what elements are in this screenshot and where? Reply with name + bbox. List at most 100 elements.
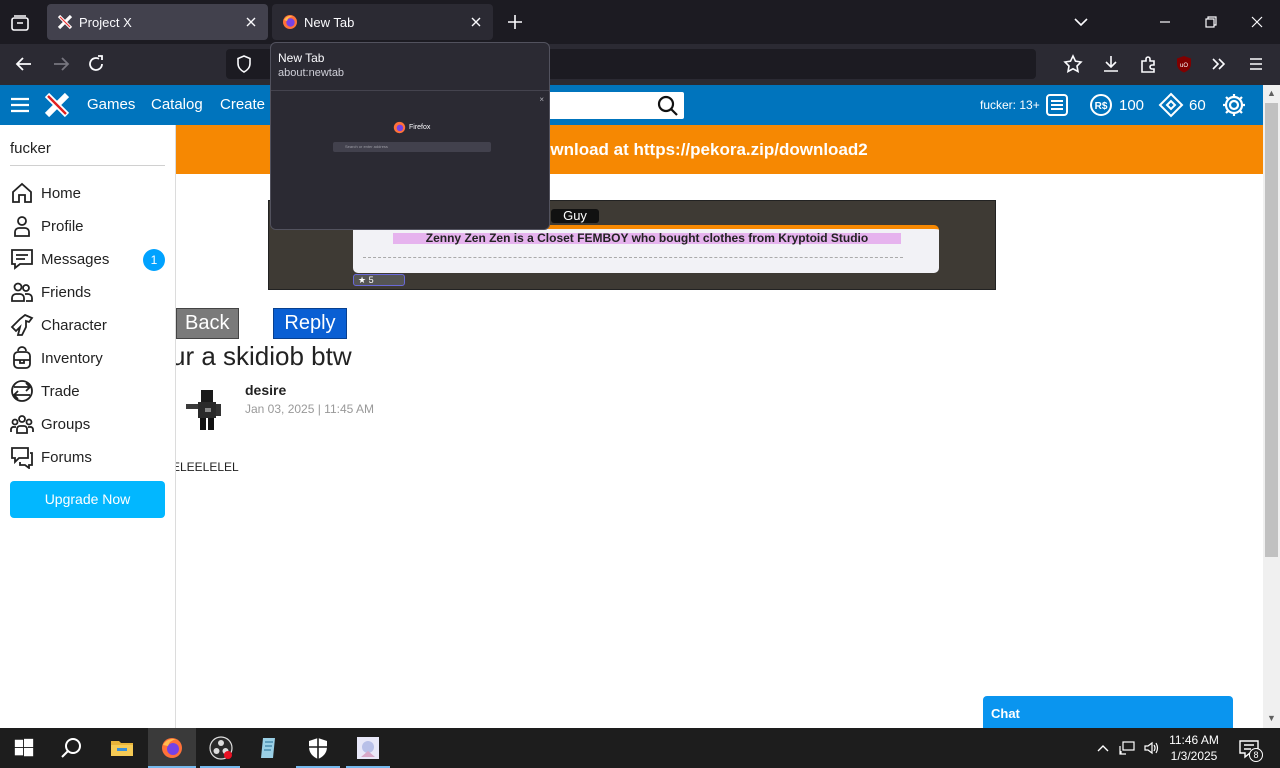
sidebar-item-label: Inventory	[41, 349, 103, 367]
site-search-input[interactable]	[545, 92, 684, 119]
header-username[interactable]: fucker: 13+	[980, 98, 1040, 112]
close-icon: ×	[539, 95, 544, 104]
preview-title: New Tab	[278, 51, 325, 65]
groups-icon	[10, 415, 34, 434]
nav-catalog-link[interactable]: Catalog	[151, 96, 203, 113]
sidebar-item-label: Messages	[41, 250, 110, 268]
image-card-row	[363, 257, 903, 261]
back-arrow-icon[interactable]	[13, 53, 35, 75]
sidebar-item-label: Trade	[41, 382, 80, 400]
image-card: Zenny Zen Zen is a Closet FEMBOY who bou…	[353, 225, 939, 273]
messages-icon	[11, 249, 33, 270]
app-menu-icon[interactable]	[1245, 53, 1267, 75]
settings-gear-icon[interactable]	[1221, 92, 1247, 118]
post-author[interactable]: desire	[245, 382, 286, 398]
sidebar-item-character[interactable]: Character	[10, 312, 170, 338]
notifications-list-icon[interactable]	[1044, 92, 1070, 118]
close-tab-icon[interactable]	[244, 15, 258, 29]
trade-icon	[11, 380, 33, 402]
taskbar-clock[interactable]: 11:46 AM 1/3/2025	[1162, 732, 1226, 764]
post-body: ELEELELEL	[172, 460, 239, 474]
page-scrollbar[interactable]: ▲ ▼	[1263, 85, 1280, 728]
svg-text:uO: uO	[1180, 63, 1188, 69]
windows-taskbar: 11:46 AM 1/3/2025 8	[0, 728, 1280, 768]
reload-icon[interactable]	[85, 53, 107, 75]
sidebar: fucker Home Profile Messages 1 Friends C…	[0, 125, 176, 728]
sidebar-item-groups[interactable]: Groups	[10, 411, 170, 437]
sidebar-item-home[interactable]: Home	[10, 180, 170, 206]
sidebar-item-label: Groups	[41, 415, 91, 433]
image-caption-tag: Guy	[551, 209, 599, 223]
tab-title: Project X	[79, 14, 132, 30]
windows-start-icon[interactable]	[13, 737, 37, 761]
robux-icon[interactable]: R$	[1088, 92, 1114, 118]
scroll-down-arrow-icon[interactable]: ▼	[1266, 713, 1277, 724]
downloads-icon[interactable]	[1100, 53, 1122, 75]
image-rating-badge: ★ 5	[353, 274, 405, 286]
search-icon[interactable]	[60, 736, 84, 760]
close-tab-icon[interactable]	[469, 15, 483, 29]
scrollbar-thumb[interactable]	[1265, 103, 1278, 557]
new-tab-plus-icon[interactable]	[504, 11, 526, 33]
clock-time: 11:46 AM	[1169, 733, 1219, 747]
tab-list-icon[interactable]	[8, 11, 32, 35]
tab-project-x[interactable]: Project X	[47, 4, 268, 40]
tickets-icon[interactable]	[1158, 92, 1184, 118]
sidebar-item-label: Profile	[41, 217, 84, 235]
file-explorer-icon[interactable]	[110, 736, 134, 760]
preview-firefox-logo: Firefox	[393, 121, 430, 134]
back-button[interactable]: Back	[176, 308, 239, 339]
hamburger-menu-icon[interactable]	[10, 95, 30, 115]
notepad-icon[interactable]	[257, 736, 281, 760]
chat-bar[interactable]: Chat	[983, 696, 1233, 728]
svg-text:R$: R$	[1095, 101, 1108, 112]
tab-new-tab[interactable]: New Tab	[272, 4, 493, 40]
preview-logo-text: Firefox	[409, 124, 431, 131]
upgrade-now-button[interactable]: Upgrade Now	[10, 481, 165, 518]
tab-title: New Tab	[304, 14, 355, 30]
shield-icon[interactable]	[234, 54, 254, 74]
minimize-icon[interactable]	[1154, 11, 1176, 33]
windows-security-icon[interactable]	[306, 736, 330, 760]
sidebar-item-trade[interactable]: Trade	[10, 378, 170, 404]
network-icon[interactable]	[1119, 740, 1135, 756]
bookmark-star-icon[interactable]	[1062, 53, 1084, 75]
nav-games-link[interactable]: Games	[87, 96, 135, 113]
close-window-icon[interactable]	[1246, 11, 1268, 33]
reply-button[interactable]: Reply	[273, 308, 347, 339]
site-logo[interactable]	[44, 92, 70, 118]
profile-icon	[14, 216, 30, 237]
tray-chevron-up-icon[interactable]	[1095, 740, 1111, 756]
author-avatar[interactable]	[176, 384, 226, 434]
obs-icon[interactable]	[209, 736, 233, 760]
scroll-up-arrow-icon[interactable]: ▲	[1266, 88, 1277, 99]
sidebar-divider	[10, 165, 165, 166]
ublock-origin-icon[interactable]: uO	[1173, 53, 1195, 75]
character-icon	[10, 313, 34, 336]
list-all-tabs-chevron-icon[interactable]	[1070, 11, 1092, 33]
forward-arrow-icon[interactable]	[50, 53, 72, 75]
sidebar-item-inventory[interactable]: Inventory	[10, 345, 170, 371]
sidebar-username[interactable]: fucker	[10, 140, 51, 157]
sidebar-item-friends[interactable]: Friends	[10, 279, 170, 305]
extensions-icon[interactable]	[1137, 53, 1159, 75]
nav-create-link[interactable]: Create	[220, 96, 265, 113]
app-thumbnail-icon[interactable]	[356, 736, 380, 760]
firefox-favicon-icon	[282, 14, 298, 30]
sidebar-item-label: Home	[41, 184, 82, 202]
sidebar-item-forums[interactable]: Forums	[10, 444, 170, 470]
sidebar-item-profile[interactable]: Profile	[10, 213, 170, 239]
restore-icon[interactable]	[1200, 11, 1222, 33]
clock-date: 1/3/2025	[1170, 749, 1218, 763]
search-icon[interactable]	[656, 94, 680, 118]
image-rating-value: 5	[368, 275, 374, 285]
firefox-logo-icon	[393, 121, 406, 134]
sidebar-item-label: Character	[41, 316, 107, 334]
forums-icon	[11, 447, 33, 469]
more-tools-chevron-icon[interactable]	[1208, 53, 1230, 75]
firefox-taskbar-icon[interactable]	[160, 736, 184, 760]
post-date: Jan 03, 2025 | 11:45 AM	[245, 402, 374, 416]
volume-icon[interactable]	[1143, 740, 1159, 756]
notification-count-badge: 8	[1249, 748, 1263, 762]
thread-title: ur a skidiob btw	[171, 341, 352, 371]
